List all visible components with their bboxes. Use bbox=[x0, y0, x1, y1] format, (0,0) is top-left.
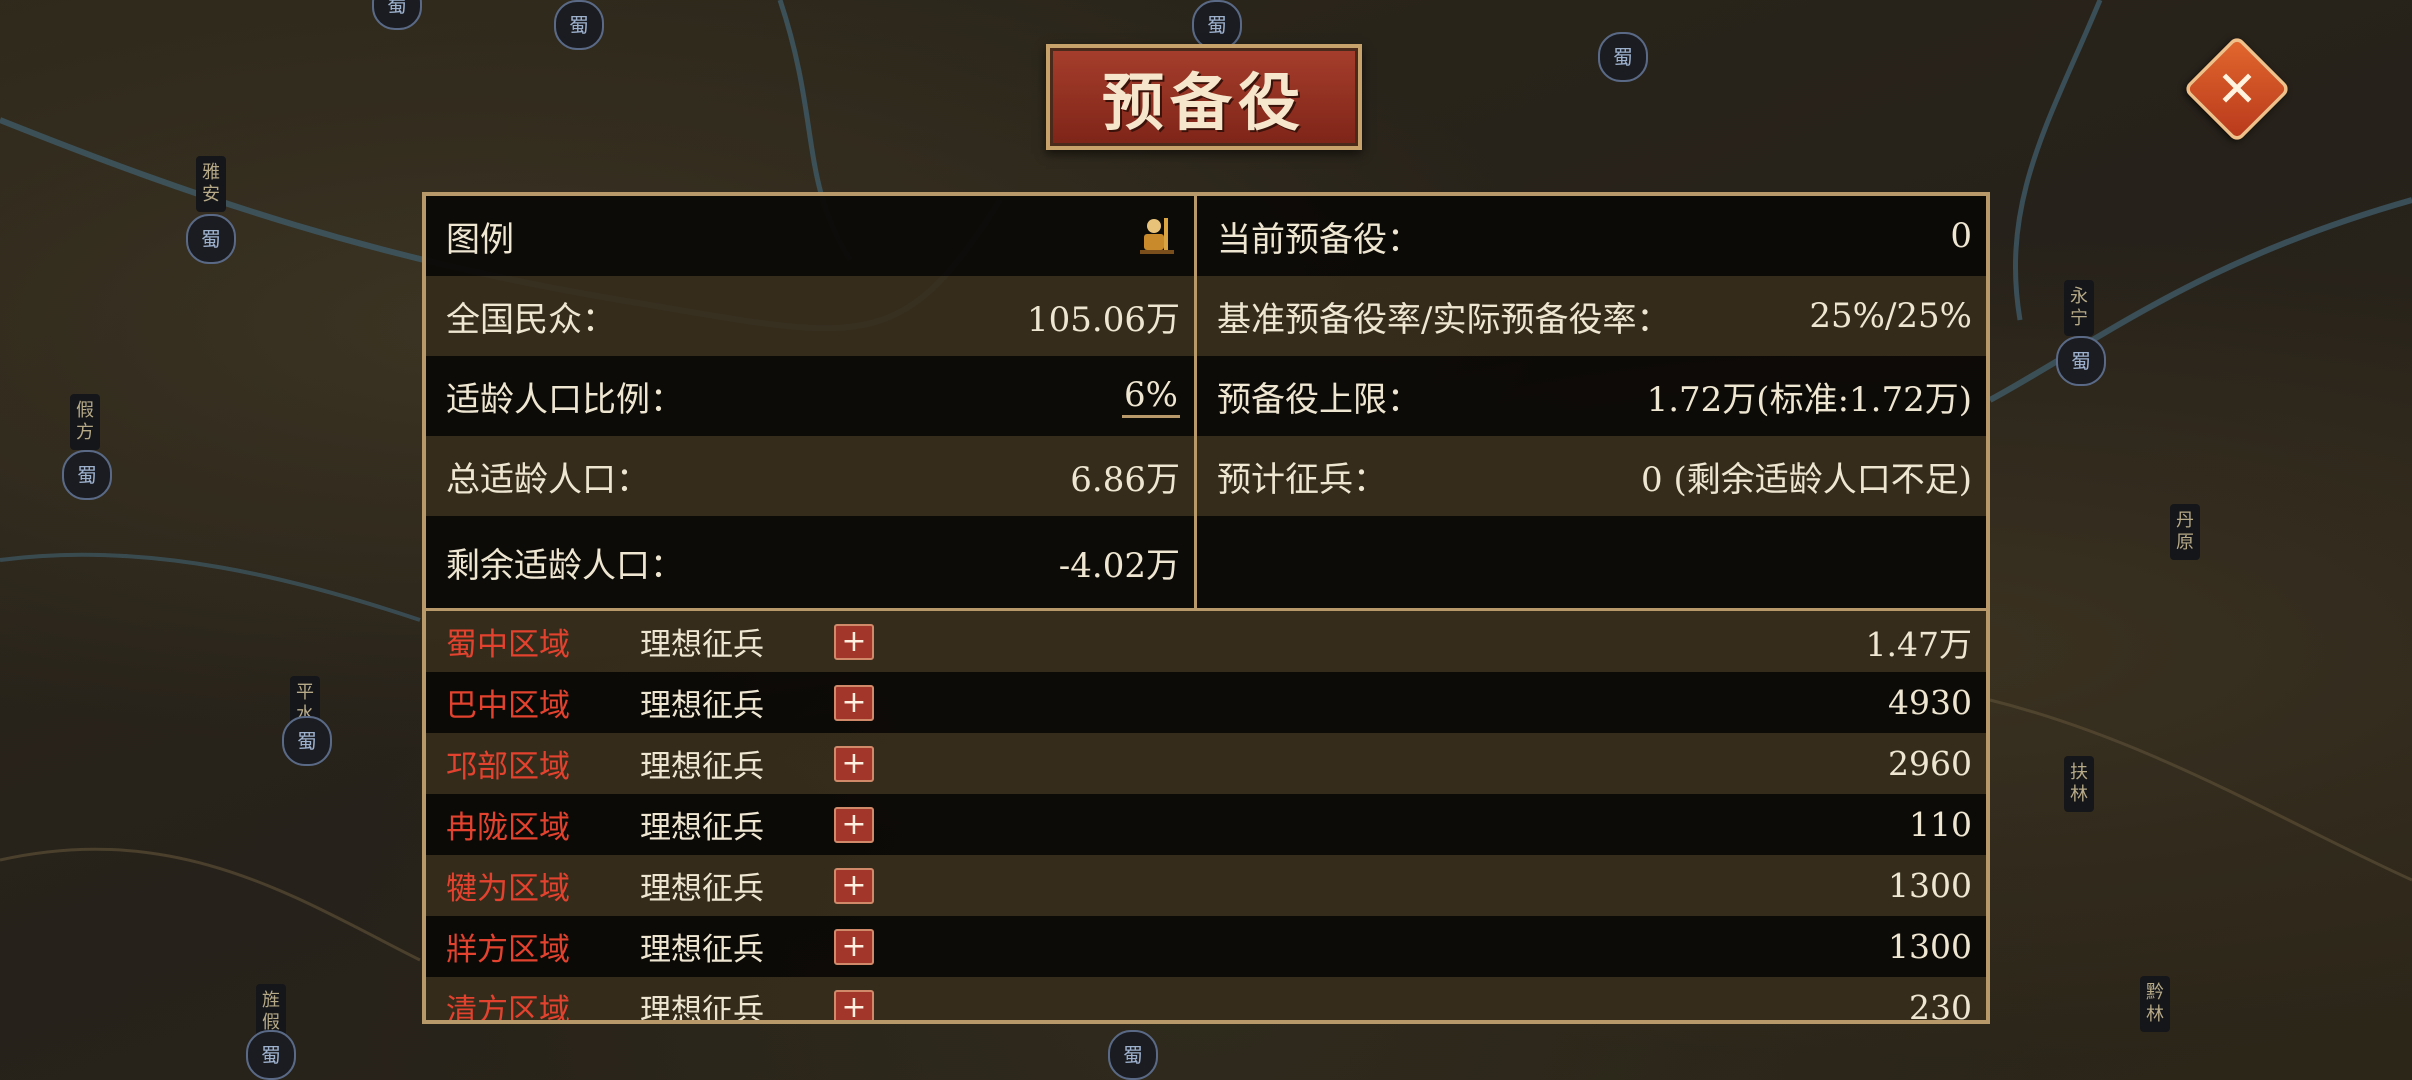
region-name: 冉陇区域 bbox=[446, 810, 570, 846]
stat-row-reserve-rate: 基准预备役率/实际预备役率： 25%/25% bbox=[1197, 276, 1986, 356]
add-button[interactable]: + bbox=[834, 623, 874, 660]
legend-soldier-icon[interactable] bbox=[1136, 216, 1180, 256]
map-label: 永宁 bbox=[2064, 280, 2094, 336]
region-value: 110 bbox=[1909, 805, 1972, 844]
panel-corner-ornament bbox=[426, 996, 450, 1020]
map-label: 扶林 bbox=[2064, 756, 2094, 812]
stat-value: 1.72万(标准:1.72万) bbox=[1646, 379, 1972, 420]
city-marker[interactable]: 蜀 bbox=[2056, 336, 2106, 386]
add-button[interactable]: + bbox=[834, 928, 874, 965]
stat-value: 0 bbox=[1950, 216, 1972, 256]
stat-row-empty bbox=[1197, 516, 1986, 608]
stat-label: 图例 bbox=[446, 219, 514, 260]
stat-row-population: 全国民众： 105.06万 bbox=[426, 276, 1194, 356]
city-marker[interactable]: 蜀 bbox=[62, 450, 112, 500]
reserve-panel: 图例 全国民众： 105.06万 适龄人口比例： 6% 总适龄人口： 6.86万… bbox=[422, 192, 1990, 1024]
region-value: 1.47万 bbox=[1865, 624, 1972, 664]
region-name: 巴中区域 bbox=[446, 688, 570, 724]
stat-value: 25%/25% bbox=[1809, 296, 1972, 336]
region-action-label: 理想征兵 bbox=[640, 810, 764, 846]
stat-label: 总适龄人口： bbox=[446, 459, 650, 500]
region-value: 1300 bbox=[1888, 927, 1972, 966]
page-title: 预备役 bbox=[1046, 44, 1362, 150]
age-ratio-input[interactable]: 6% bbox=[1122, 375, 1180, 418]
region-action-label: 理想征兵 bbox=[640, 627, 764, 663]
stat-row-reserve-limit: 预备役上限： 1.72万(标准:1.72万) bbox=[1197, 356, 1986, 436]
stat-label: 剩余适龄人口： bbox=[446, 545, 684, 586]
stat-row-remaining-age-pop: 剩余适龄人口： -4.02万 bbox=[426, 516, 1194, 608]
city-marker[interactable]: 蜀 bbox=[282, 716, 332, 766]
region-row: 清方区域 理想征兵 + 230 bbox=[426, 977, 1986, 1024]
map-label: 雅安 bbox=[196, 156, 226, 212]
city-marker[interactable]: 蜀 bbox=[246, 1030, 296, 1080]
region-name: 清方区域 bbox=[446, 993, 570, 1024]
stat-label: 当前预备役： bbox=[1217, 219, 1421, 260]
region-name: 牂方区域 bbox=[446, 932, 570, 968]
stat-label: 适龄人口比例： bbox=[446, 379, 684, 420]
city-marker[interactable]: 蜀 bbox=[1108, 1030, 1158, 1080]
region-value: 1300 bbox=[1888, 866, 1972, 905]
region-name: 邛部区域 bbox=[446, 749, 570, 785]
region-row: 邛部区域 理想征兵 + 2960 bbox=[426, 733, 1986, 794]
region-list: 蜀中区域 理想征兵 + 1.47万 巴中区域 理想征兵 + 4930 邛部区域 … bbox=[426, 611, 1986, 1024]
stat-value: 6.86万 bbox=[1070, 459, 1180, 500]
add-button[interactable]: + bbox=[834, 989, 874, 1020]
region-value: 4930 bbox=[1888, 683, 1972, 722]
city-marker[interactable]: 蜀 bbox=[186, 214, 236, 264]
stat-label: 预备役上限： bbox=[1217, 379, 1421, 420]
add-button[interactable]: + bbox=[834, 867, 874, 904]
close-x-icon: ✕ bbox=[2216, 60, 2258, 118]
stat-label: 基准预备役率/实际预备役率： bbox=[1217, 299, 1671, 340]
stat-label: 预计征兵： bbox=[1217, 459, 1387, 500]
stat-row-total-age-pop: 总适龄人口： 6.86万 bbox=[426, 436, 1194, 516]
panel-corner-ornament bbox=[1962, 196, 1986, 220]
region-row: 冉陇区域 理想征兵 + 110 bbox=[426, 794, 1986, 855]
stat-value: 0 (剩余适龄人口不足) bbox=[1641, 459, 1972, 500]
add-button[interactable]: + bbox=[834, 806, 874, 843]
stat-row-age-ratio: 适龄人口比例： 6% bbox=[426, 356, 1194, 436]
add-button[interactable]: + bbox=[834, 745, 874, 782]
region-action-label: 理想征兵 bbox=[640, 993, 764, 1024]
region-action-label: 理想征兵 bbox=[640, 688, 764, 724]
region-action-label: 理想征兵 bbox=[640, 871, 764, 907]
map-label: 黔林 bbox=[2140, 976, 2170, 1032]
stat-value: -4.02万 bbox=[1058, 545, 1180, 586]
map-label: 丹原 bbox=[2170, 504, 2200, 560]
panel-corner-ornament bbox=[1962, 996, 1986, 1020]
region-row: 牂方区域 理想征兵 + 1300 bbox=[426, 916, 1986, 977]
add-button[interactable]: + bbox=[834, 684, 874, 721]
stat-label: 全国民众： bbox=[446, 299, 616, 340]
map-label: 假方 bbox=[70, 394, 100, 450]
region-action-label: 理想征兵 bbox=[640, 932, 764, 968]
city-marker[interactable]: 蜀 bbox=[1598, 32, 1648, 82]
city-marker[interactable]: 蜀 bbox=[554, 0, 604, 50]
region-row: 犍为区域 理想征兵 + 1300 bbox=[426, 855, 1986, 916]
stat-row-legend: 图例 bbox=[426, 196, 1194, 276]
region-name: 犍为区域 bbox=[446, 871, 570, 907]
stats-section: 图例 全国民众： 105.06万 适龄人口比例： 6% 总适龄人口： 6.86万… bbox=[426, 196, 1986, 608]
stat-value: 105.06万 bbox=[1027, 299, 1180, 340]
stat-row-expected-conscription: 预计征兵： 0 (剩余适龄人口不足) bbox=[1197, 436, 1986, 516]
stat-row-current-reserve: 当前预备役： 0 bbox=[1197, 196, 1986, 276]
region-row: 蜀中区域 理想征兵 + 1.47万 bbox=[426, 611, 1986, 672]
region-name: 蜀中区域 bbox=[446, 627, 570, 663]
panel-corner-ornament bbox=[426, 196, 450, 220]
region-action-label: 理想征兵 bbox=[640, 749, 764, 785]
region-row: 巴中区域 理想征兵 + 4930 bbox=[426, 672, 1986, 733]
city-marker[interactable]: 蜀 bbox=[1192, 0, 1242, 50]
region-value: 2960 bbox=[1888, 744, 1972, 783]
